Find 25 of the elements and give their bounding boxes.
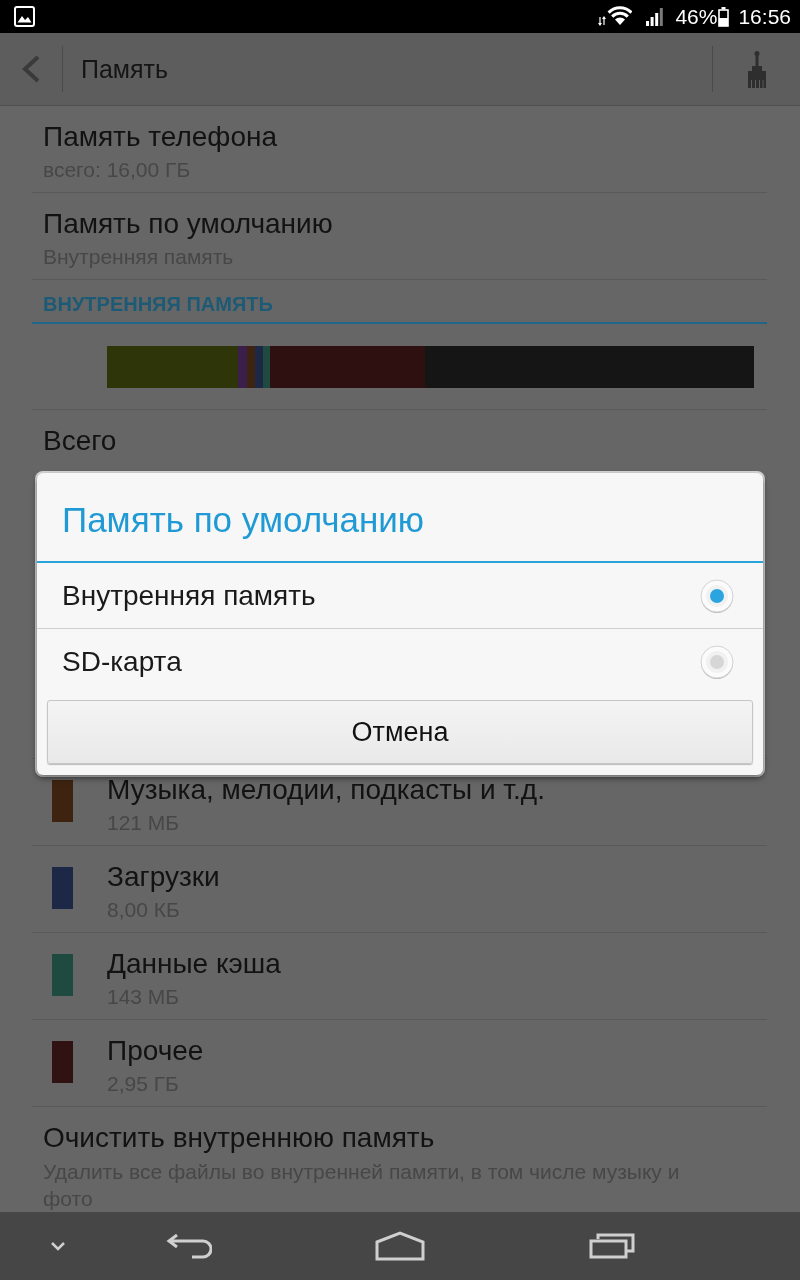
- screen-title: Память: [81, 54, 170, 84]
- option-label[interactable]: SD-карта: [62, 645, 700, 678]
- setting-title[interactable]: Очистить внутреннюю память: [43, 1122, 767, 1154]
- section-header: ВНУТРЕННЯЯ ПАМЯТЬ: [43, 292, 274, 316]
- category-title[interactable]: Музыка, мелодии, подкасты и т.д.: [107, 774, 545, 806]
- picture-icon: [14, 6, 35, 27]
- option-label[interactable]: Внутренняя память: [62, 579, 700, 612]
- chevron-down-icon[interactable]: [50, 1241, 66, 1251]
- battery-percent: 46%: [675, 3, 718, 30]
- setting-title: Всего: [43, 425, 118, 457]
- signal-icon: [646, 7, 664, 26]
- recent-apps-icon[interactable]: [589, 1233, 635, 1259]
- battery-icon: [718, 6, 730, 27]
- cancel-button[interactable]: Отмена: [47, 700, 753, 764]
- setting-title[interactable]: Память по умолчанию: [43, 208, 767, 240]
- category-title[interactable]: Прочее: [107, 1035, 204, 1067]
- category-title[interactable]: Данные кэша: [107, 948, 281, 980]
- radio-button[interactable]: [700, 578, 734, 613]
- wifi-icon: [598, 6, 633, 27]
- clock: 16:56: [738, 3, 791, 30]
- home-icon[interactable]: [375, 1231, 425, 1261]
- setting-title: Память телефона: [43, 121, 278, 153]
- radio-button[interactable]: [700, 644, 734, 679]
- category-title[interactable]: Загрузки: [107, 861, 220, 893]
- dialog-title: Память по умолчанию: [37, 473, 763, 563]
